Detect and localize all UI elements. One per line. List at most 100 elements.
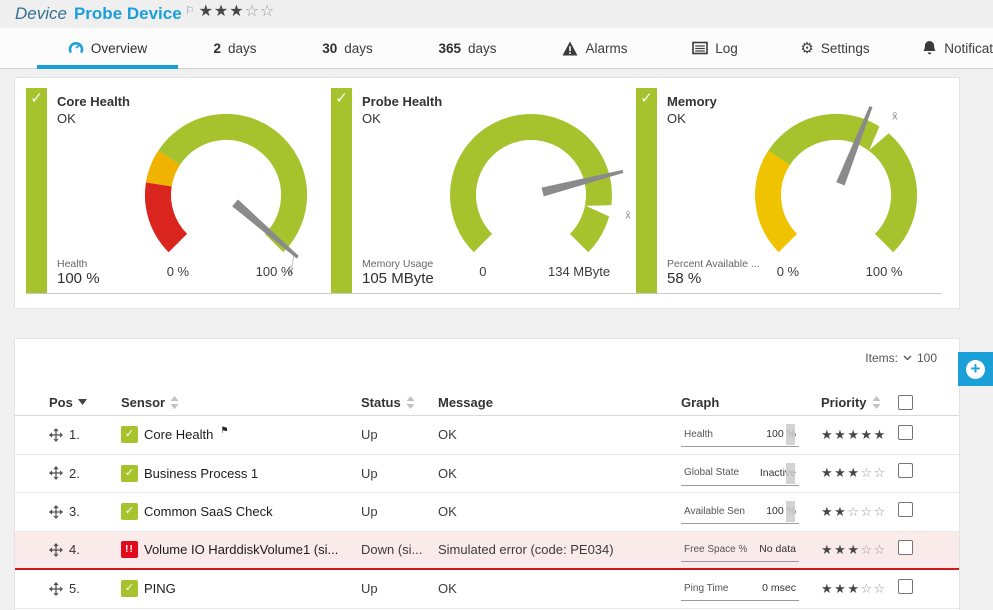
channel-label: Memory Usage	[362, 258, 434, 270]
graph-bar	[786, 463, 795, 484]
page-header: Device Probe Device ⚐ ★★★☆☆	[0, 0, 993, 28]
check-icon: ✓	[30, 90, 43, 107]
tab-log[interactable]: Log	[660, 28, 770, 68]
sensor-cell: ✓Business Process 1	[121, 465, 361, 482]
tab-settings[interactable]: ⚙Settings	[770, 28, 900, 68]
flag-icon[interactable]: ⚐	[185, 4, 195, 17]
star-filled-icon: ★	[847, 427, 860, 442]
column-header-sensor[interactable]: Sensor	[121, 395, 361, 410]
gauge-block-probe-health[interactable]: ✓Probe HealthOKMemory Usage105 MBytex̄01…	[331, 88, 636, 294]
graph-cell: Available Sen100 %	[681, 499, 821, 524]
column-header-priority[interactable]: Priority	[821, 395, 898, 410]
position-cell: 2.	[49, 466, 121, 481]
tab-label: Overview	[91, 41, 147, 56]
checkbox-cell	[898, 579, 941, 599]
log-icon	[692, 41, 708, 55]
position-cell: 3.	[49, 504, 121, 519]
drag-handle[interactable]	[49, 428, 63, 442]
star-empty-icon: ☆	[874, 581, 887, 596]
graph-last-value: No data	[759, 543, 796, 555]
checkbox-cell	[898, 540, 941, 560]
tab-label: days	[468, 41, 497, 56]
message-cell: OK	[438, 427, 681, 442]
select-all-checkbox[interactable]	[898, 395, 913, 410]
graph-channel-label: Ping Time	[684, 583, 728, 594]
column-header-checkbox[interactable]	[898, 395, 941, 410]
tab-label: Notifications	[944, 41, 993, 56]
mini-graph[interactable]: Free Space %No data	[681, 537, 799, 562]
priority-stars[interactable]: ★★★☆☆	[821, 581, 898, 597]
priority-stars[interactable]: ★★★☆☆	[821, 542, 898, 558]
priority-stars[interactable]: ★★★☆☆	[821, 465, 898, 481]
gauge-arc-segment	[779, 127, 904, 243]
tab-alarms[interactable]: Alarms	[530, 28, 660, 68]
sensor-name-link[interactable]: Business Process 1	[144, 466, 258, 481]
drag-handle[interactable]	[49, 582, 63, 596]
message-cell: OK	[438, 504, 681, 519]
graph-bar	[786, 424, 795, 445]
add-button[interactable]: +	[958, 352, 993, 386]
device-priority-stars[interactable]: ★★★☆☆	[199, 1, 276, 21]
priority-stars[interactable]: ★★☆☆☆	[821, 504, 898, 520]
sensor-cell: !!Volume IO HarddiskVolume1 (si...	[121, 541, 361, 558]
graph-cell: Ping Time 0 msec	[681, 576, 821, 601]
drag-handle[interactable]	[49, 505, 63, 519]
gauge-block-core-health[interactable]: ✓Core HealthOKHealth100 %x̄0 %100 %	[26, 88, 331, 294]
tab-365-days[interactable]: 365days	[405, 28, 530, 68]
sensor-name-link[interactable]: PING	[144, 581, 176, 596]
message-cell: OK	[438, 466, 681, 481]
gauge-status: OK	[362, 111, 381, 126]
column-label: Status	[361, 395, 401, 410]
position-number: 4.	[69, 542, 80, 557]
column-header-status[interactable]: Status	[361, 395, 438, 410]
graph-channel-label: Global State	[684, 467, 739, 478]
check-icon: ✓	[640, 90, 653, 107]
star-filled-icon: ★	[834, 427, 847, 442]
row-checkbox[interactable]	[898, 463, 913, 478]
graph-last-value: 0 msec	[762, 582, 796, 594]
status-cell: Up	[361, 427, 438, 442]
alarm-warning-icon	[562, 41, 578, 56]
tab-overview[interactable]: Overview	[35, 28, 180, 68]
position-number: 2.	[69, 466, 80, 481]
sort-desc-icon[interactable]	[78, 399, 87, 405]
sensor-name-link[interactable]: Volume IO HarddiskVolume1 (si...	[144, 542, 338, 557]
row-checkbox[interactable]	[898, 540, 913, 555]
tab-30-days[interactable]: 30days	[290, 28, 405, 68]
checkbox-cell	[898, 463, 941, 483]
device-name[interactable]: Probe Device	[74, 4, 182, 24]
sort-both-icon[interactable]	[170, 396, 179, 409]
row-checkbox[interactable]	[898, 425, 913, 440]
status-cell: Up	[361, 581, 438, 596]
items-count[interactable]: 100	[917, 351, 937, 365]
tab-notifications[interactable]: Notifications	[900, 28, 993, 68]
sensor-name-link[interactable]: Core Health	[144, 427, 213, 442]
position-number: 5.	[69, 581, 80, 596]
sort-both-icon[interactable]	[872, 396, 881, 409]
sort-both-icon[interactable]	[406, 396, 415, 409]
column-header-pos[interactable]: Pos	[49, 395, 121, 410]
row-checkbox[interactable]	[898, 579, 913, 594]
mini-graph[interactable]: Global StateInactive	[681, 461, 799, 486]
mini-graph[interactable]: Available Sen100 %	[681, 499, 799, 524]
items-dropdown-chevron[interactable]	[903, 355, 912, 361]
device-type-label: Device	[15, 4, 67, 24]
star-empty-icon: ☆	[847, 504, 860, 519]
row-checkbox[interactable]	[898, 502, 913, 517]
tab-2-days[interactable]: 2days	[180, 28, 290, 68]
star-filled-icon: ★	[199, 3, 214, 20]
priority-stars[interactable]: ★★★★★	[821, 427, 898, 443]
tab-label: Alarms	[585, 41, 627, 56]
sensor-name-link[interactable]: Common SaaS Check	[144, 504, 273, 519]
gauge-arc-segment	[159, 158, 169, 185]
mini-graph[interactable]: Health100 %	[681, 422, 799, 447]
star-filled-icon: ★	[821, 542, 834, 557]
sensor-ok-icon: ✓	[121, 503, 138, 520]
gauges-panel: ✓Core HealthOKHealth100 %x̄0 %100 %✓Prob…	[14, 77, 960, 309]
move-icon	[49, 428, 63, 442]
gauge-block-memory[interactable]: ✓MemoryOKPercent Available ...58 %x̄0 %1…	[636, 88, 941, 294]
drag-handle[interactable]	[49, 543, 63, 557]
drag-handle[interactable]	[49, 466, 63, 480]
mini-graph[interactable]: Ping Time 0 msec	[681, 576, 799, 601]
gauge-arc-segment	[158, 184, 178, 243]
